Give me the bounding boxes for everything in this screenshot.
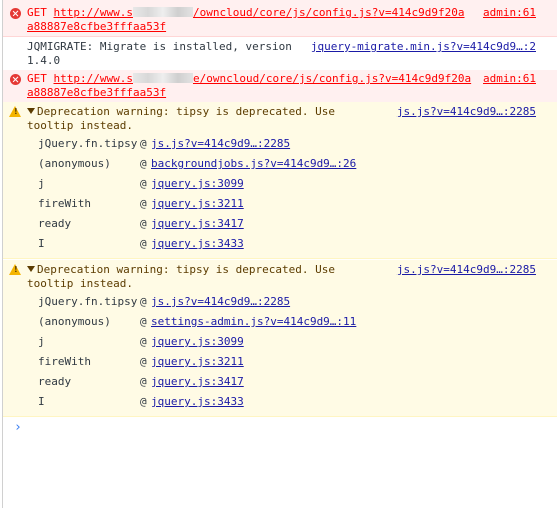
log-text-continued: 1.4.0 [27, 54, 61, 67]
request-method: GET [27, 72, 47, 85]
log-text: JQMIGRATE: Migrate is installed, version [27, 40, 292, 53]
source-link[interactable]: admin:61 [483, 72, 536, 85]
request-url-continued[interactable]: a88887e8cfbe3fffaa53f [27, 20, 166, 34]
redacted-blur [132, 7, 193, 17]
stack-function: ready [38, 375, 72, 388]
stack-function: (anonymous) [38, 157, 111, 170]
stack-link[interactable]: jquery.js:3433 [151, 237, 244, 251]
stack-link[interactable]: jquery.js:3099 [151, 177, 244, 191]
stack-link[interactable]: jquery.js:3211 [151, 355, 244, 369]
stack-function: jQuery.fn.tipsy [38, 137, 138, 150]
error-circle-icon [10, 8, 21, 19]
stack-frame: (anonymous) @ settings-admin.js?v=414c9d… [38, 315, 357, 329]
stack-frame: jQuery.fn.tipsy @ js.js?v=414c9d9…:2285 [38, 137, 291, 151]
expand-triangle-icon[interactable] [27, 266, 35, 272]
stack-function: jQuery.fn.tipsy [38, 295, 138, 308]
stack-frame: jQuery.fn.tipsy @ js.js?v=414c9d9…:2285 [38, 295, 291, 309]
stack-frame: j @ jquery.js:3099 [38, 335, 244, 349]
source-link[interactable]: js.js?v=414c9d9…:2285 [397, 105, 536, 118]
console-error-message[interactable]: GET http://www.s e/owncloud/core/js/confi… [3, 70, 557, 103]
error-circle-icon [10, 74, 21, 85]
stack-function: fireWith [38, 197, 91, 210]
request-url-continued[interactable]: a88887e8cfbe3fffaa53f [27, 86, 166, 100]
console-error-message[interactable]: GET http://www.s/owncloud/core/js/config… [3, 0, 557, 37]
console-prompt-row[interactable]: › [3, 416, 557, 508]
stack-function: I [38, 395, 45, 408]
stack-link[interactable]: jquery.js:3417 [151, 375, 244, 389]
stack-function: (anonymous) [38, 315, 111, 328]
request-url[interactable]: http://www.s e/owncloud/core/js/config.js… [54, 72, 472, 85]
stack-frame: fireWith @ jquery.js:3211 [38, 197, 244, 211]
prompt-chevron-icon: › [14, 420, 22, 435]
stack-link[interactable]: backgroundjobs.js?v=414c9d9…:26 [151, 157, 356, 171]
stack-link[interactable]: js.js?v=414c9d9…:2285 [151, 295, 290, 309]
stack-function: j [38, 177, 45, 190]
warning-text: Deprecation warning: tipsy is deprecated… [37, 263, 336, 276]
request-url[interactable]: http://www.s/owncloud/core/js/config.js?… [54, 6, 465, 19]
stack-frame: j @ jquery.js:3099 [38, 177, 244, 191]
stack-function: ready [38, 217, 72, 230]
stack-frame: ready @ jquery.js:3417 [38, 217, 244, 231]
request-method: GET [27, 6, 47, 19]
stack-frame: I @ jquery.js:3433 [38, 237, 244, 251]
stack-link[interactable]: settings-admin.js?v=414c9d9…:11 [151, 315, 356, 329]
redacted-blur [132, 73, 193, 83]
stack-frame: (anonymous) @ backgroundjobs.js?v=414c9d… [38, 157, 357, 171]
stack-link[interactable]: jquery.js:3417 [151, 217, 244, 231]
expand-triangle-icon[interactable] [27, 108, 35, 114]
warning-text-continued: tooltip instead. [27, 277, 133, 290]
stack-function: fireWith [38, 355, 91, 368]
stack-function: j [38, 335, 45, 348]
stack-function: I [38, 237, 45, 250]
warning-text: Deprecation warning: tipsy is deprecated… [37, 105, 336, 118]
source-link[interactable]: admin:61 [483, 6, 536, 19]
warning-text-continued: tooltip instead. [27, 119, 133, 132]
source-link[interactable]: jquery-migrate.min.js?v=414c9d9…:2 [311, 40, 536, 53]
stack-link[interactable]: jquery.js:3433 [151, 395, 244, 409]
console-warning-message[interactable]: ! Deprecation warning: tipsy is deprecat… [3, 260, 557, 417]
stack-link[interactable]: jquery.js:3099 [151, 335, 244, 349]
stack-frame: ready @ jquery.js:3417 [38, 375, 244, 389]
stack-frame: fireWith @ jquery.js:3211 [38, 355, 244, 369]
stack-link[interactable]: js.js?v=414c9d9…:2285 [151, 137, 290, 151]
console-log-message[interactable]: JQMIGRATE: Migrate is installed, version… [3, 36, 557, 71]
stack-frame: I @ jquery.js:3433 [38, 395, 244, 409]
stack-link[interactable]: jquery.js:3211 [151, 197, 244, 211]
source-link[interactable]: js.js?v=414c9d9…:2285 [397, 263, 536, 276]
devtools-console: GET http://www.s/owncloud/core/js/config… [2, 0, 557, 508]
console-warning-message[interactable]: ! Deprecation warning: tipsy is deprecat… [3, 102, 557, 259]
